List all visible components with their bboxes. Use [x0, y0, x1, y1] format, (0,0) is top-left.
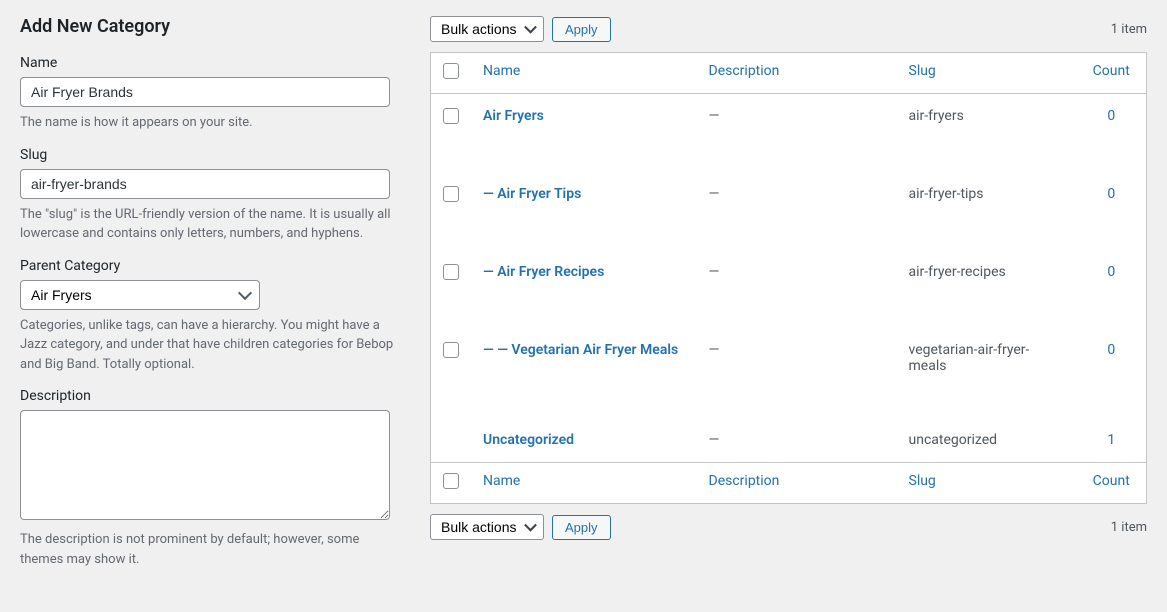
col-footer-count[interactable]: Count: [1077, 463, 1147, 504]
row-desc: —: [697, 172, 897, 250]
row-desc: —: [697, 328, 897, 418]
select-all-top[interactable]: [443, 63, 459, 79]
slug-label: Slug: [20, 147, 400, 163]
table-row: — Air Fryer Tips — air-fryer-tips 0: [431, 172, 1147, 250]
select-all-bottom[interactable]: [443, 473, 459, 489]
row-desc: —: [697, 250, 897, 328]
row-slug: air-fryers: [897, 94, 1077, 173]
row-count[interactable]: 0: [1077, 328, 1147, 418]
slug-input[interactable]: [20, 169, 390, 199]
apply-button-top[interactable]: Apply: [552, 17, 611, 42]
row-slug: air-fryer-tips: [897, 172, 1077, 250]
row-slug: vegetarian-air-fryer-meals: [897, 328, 1077, 418]
categories-table: Name Description Slug Count Air Fryers —…: [430, 52, 1147, 504]
col-header-name[interactable]: Name: [471, 53, 697, 94]
col-footer-description[interactable]: Description: [697, 463, 897, 504]
bulk-actions-select-top[interactable]: Bulk actions: [430, 16, 544, 42]
name-input[interactable]: [20, 77, 390, 107]
form-title: Add New Category: [20, 16, 400, 37]
row-desc: —: [697, 418, 897, 463]
desc-label: Description: [20, 388, 400, 404]
item-count-top: 1 item: [1111, 22, 1147, 37]
apply-button-bottom[interactable]: Apply: [552, 515, 611, 540]
table-row: Air Fryers — air-fryers 0: [431, 94, 1147, 173]
row-desc: —: [697, 94, 897, 173]
parent-select[interactable]: Air Fryers: [20, 280, 260, 310]
row-checkbox[interactable]: [443, 342, 459, 358]
row-count[interactable]: 0: [1077, 94, 1147, 173]
category-link[interactable]: — Air Fryer Tips: [483, 186, 581, 202]
row-slug: uncategorized: [897, 418, 1077, 463]
category-link[interactable]: — — Vegetarian Air Fryer Meals: [483, 342, 678, 358]
table-row: — — Vegetarian Air Fryer Meals — vegetar…: [431, 328, 1147, 418]
row-checkbox[interactable]: [443, 264, 459, 280]
category-link[interactable]: Air Fryers: [483, 108, 544, 124]
category-link[interactable]: — Air Fryer Recipes: [483, 264, 604, 280]
col-header-slug[interactable]: Slug: [897, 53, 1077, 94]
parent-label: Parent Category: [20, 258, 400, 274]
parent-help: Categories, unlike tags, can have a hier…: [20, 316, 400, 375]
row-checkbox[interactable]: [443, 186, 459, 202]
category-link[interactable]: Uncategorized: [483, 432, 574, 448]
col-header-count[interactable]: Count: [1077, 53, 1147, 94]
table-row: Uncategorized — uncategorized 1: [431, 418, 1147, 463]
col-footer-name[interactable]: Name: [471, 463, 697, 504]
name-label: Name: [20, 55, 400, 71]
col-header-description[interactable]: Description: [697, 53, 897, 94]
bulk-actions-select-bottom[interactable]: Bulk actions: [430, 514, 544, 540]
row-count[interactable]: 1: [1077, 418, 1147, 463]
row-count[interactable]: 0: [1077, 172, 1147, 250]
col-footer-slug[interactable]: Slug: [897, 463, 1077, 504]
item-count-bottom: 1 item: [1111, 520, 1147, 535]
desc-input[interactable]: [20, 410, 390, 520]
slug-help: The "slug" is the URL-friendly version o…: [20, 205, 400, 244]
row-slug: air-fryer-recipes: [897, 250, 1077, 328]
desc-help: The description is not prominent by defa…: [20, 530, 400, 569]
table-row: — Air Fryer Recipes — air-fryer-recipes …: [431, 250, 1147, 328]
name-help: The name is how it appears on your site.: [20, 113, 400, 133]
row-count[interactable]: 0: [1077, 250, 1147, 328]
row-checkbox[interactable]: [443, 108, 459, 124]
